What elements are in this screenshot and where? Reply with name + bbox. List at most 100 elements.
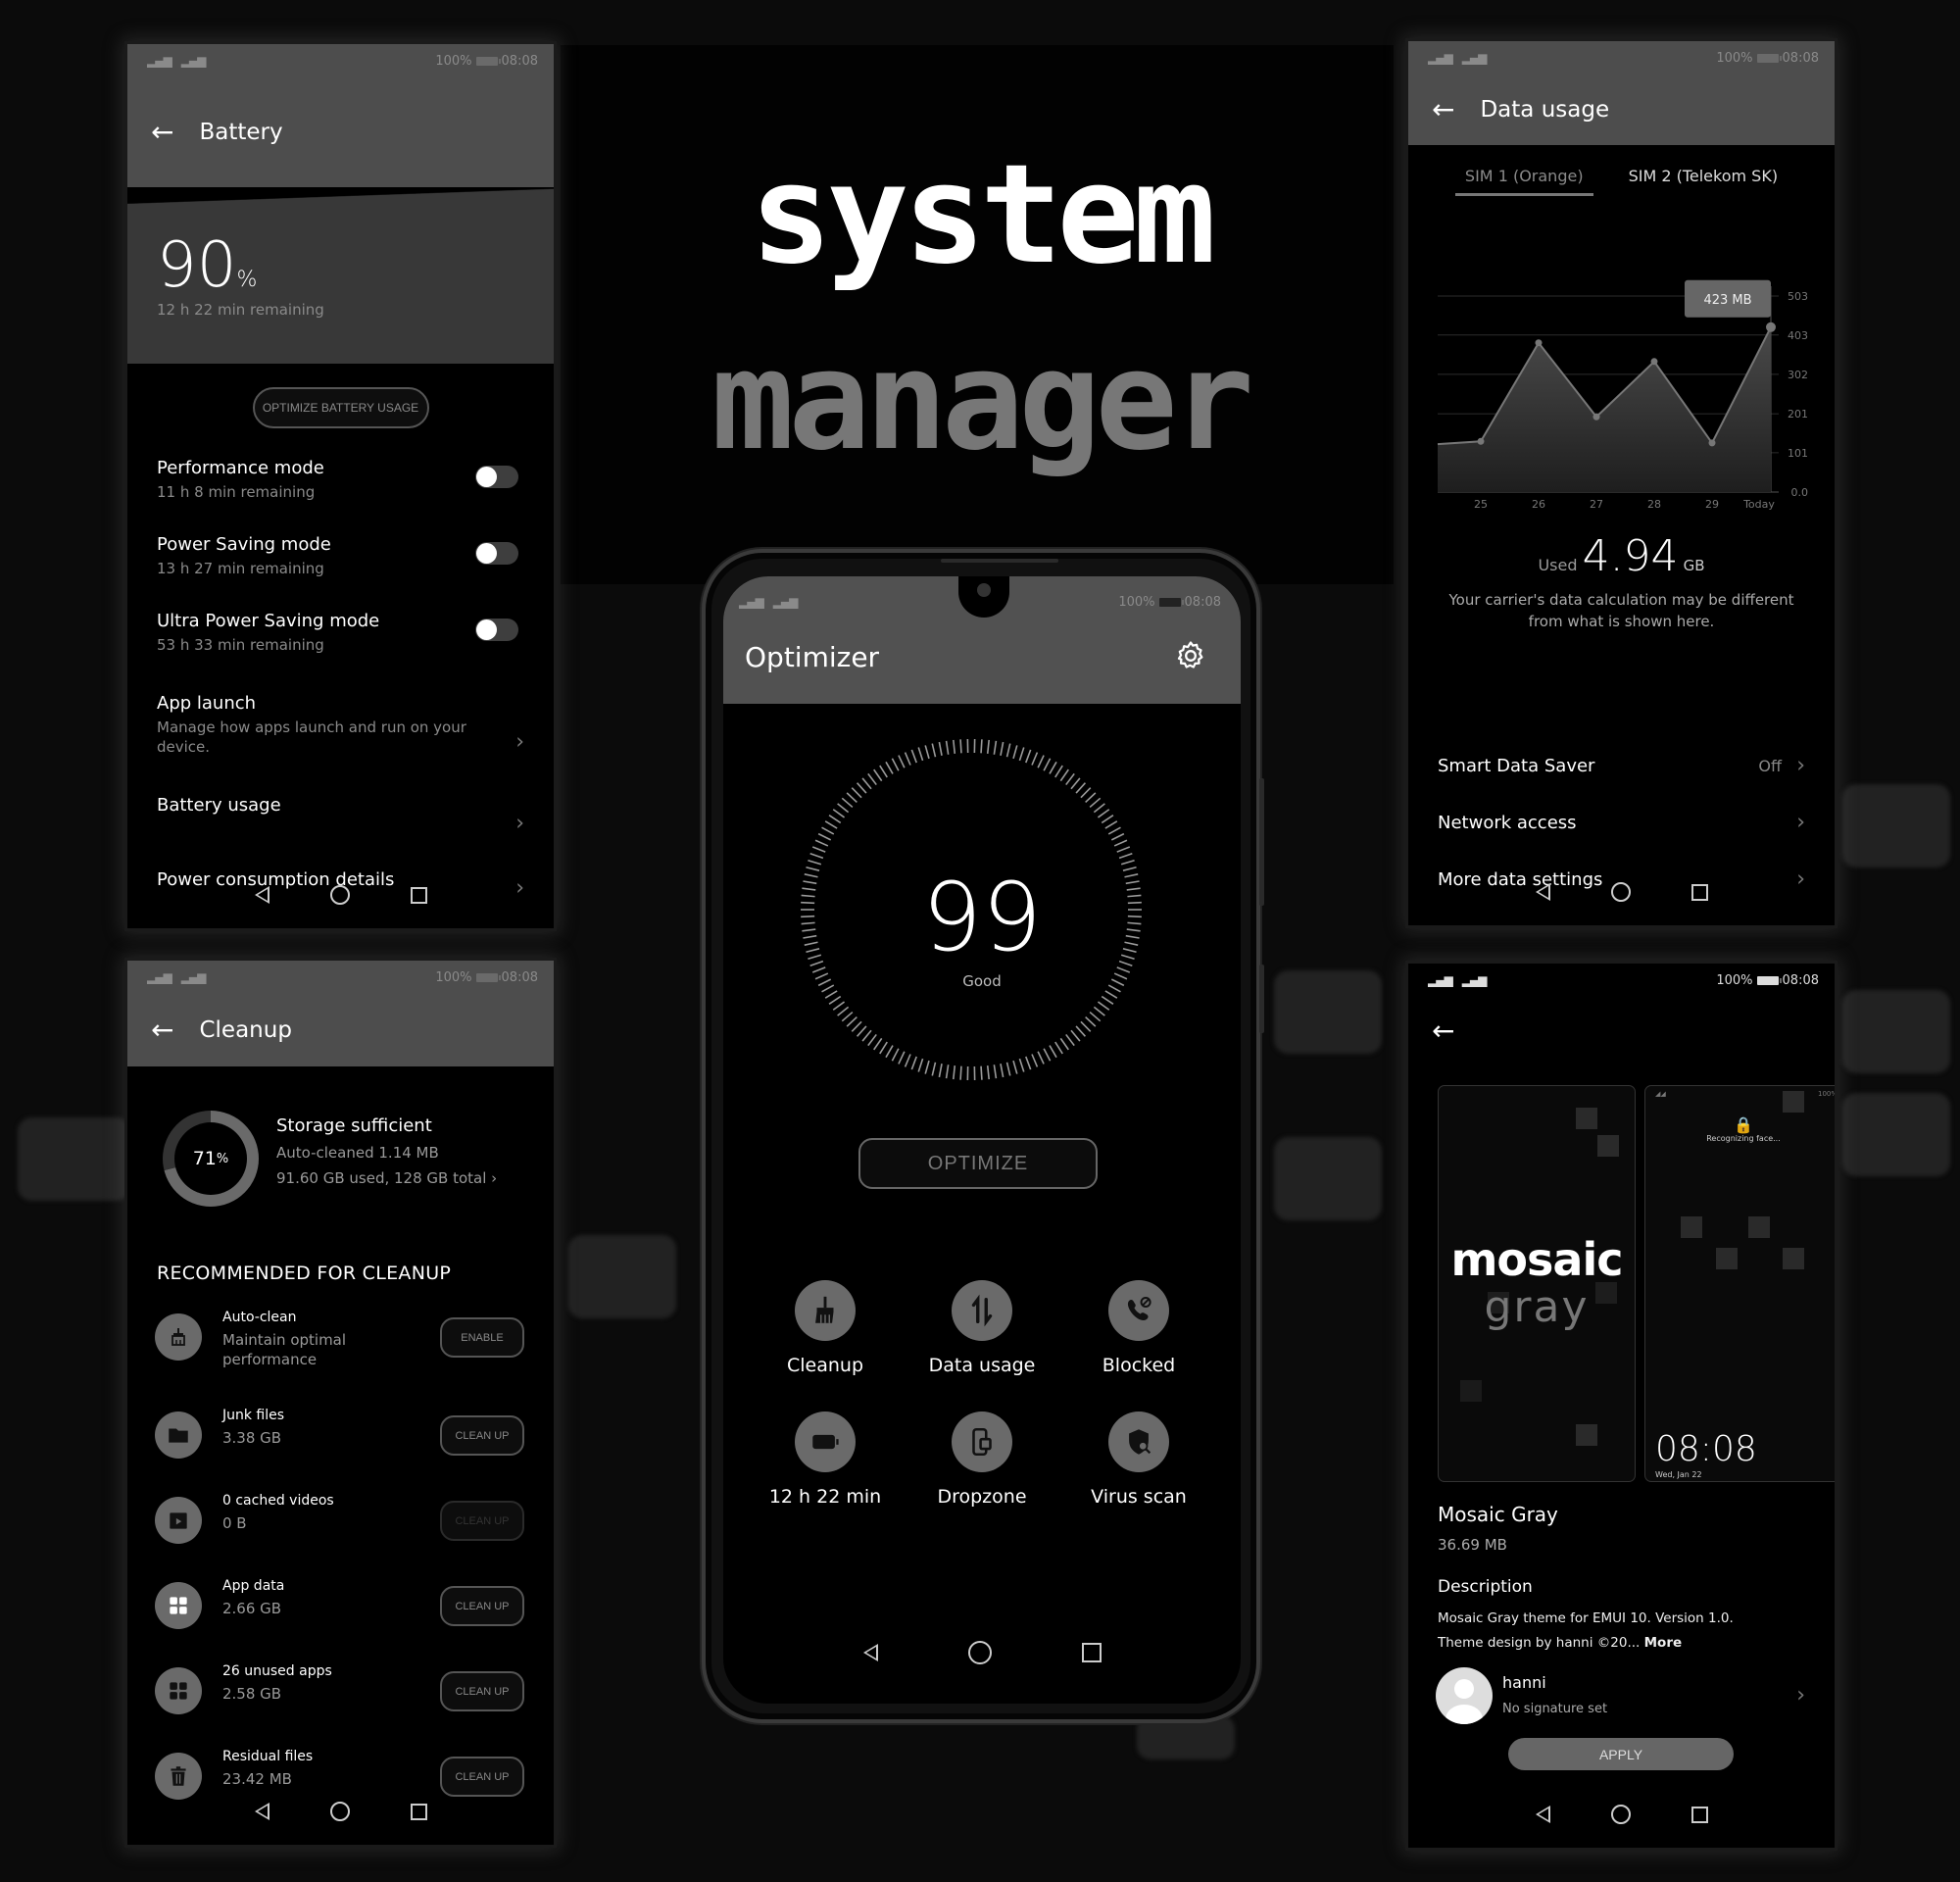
power-saving-mode-toggle[interactable] <box>475 542 518 565</box>
ultra-power-saving-mode-toggle[interactable] <box>475 619 518 641</box>
tool-dropzone[interactable]: Dropzone <box>904 1412 1060 1508</box>
setting-label: Network access <box>1438 812 1577 833</box>
gauge-tick <box>1018 747 1025 762</box>
back-arrow-icon[interactable]: ← <box>1408 997 1835 1081</box>
cleanup-item-button[interactable]: CLEAN UP <box>440 1671 524 1711</box>
tool-data-usage[interactable]: Data usage <box>904 1280 1060 1376</box>
tab-sim1[interactable]: SIM 1 (Orange) <box>1454 167 1593 196</box>
cleanup-item-button[interactable]: CLEAN UP <box>440 1757 524 1797</box>
cleanup-item-button[interactable]: ENABLE <box>440 1317 524 1358</box>
battery-status-icon <box>1756 53 1782 63</box>
x-tick-label: 28 <box>1647 498 1661 511</box>
page-title: Optimizer <box>745 641 880 673</box>
nav-recent-icon[interactable] <box>1690 883 1708 901</box>
nav-home-icon[interactable] <box>329 1802 350 1821</box>
gauge-tick <box>817 832 832 841</box>
gauge-tick <box>1018 1058 1025 1072</box>
page-title: Data usage <box>1480 97 1610 123</box>
cleanup-item-button[interactable]: CLEAN UP <box>440 1415 524 1456</box>
gauge-tick <box>953 739 956 754</box>
storage-percent-value: 71 <box>192 1148 217 1169</box>
setting-label: Smart Data Saver <box>1438 755 1595 776</box>
carrier-note: Your carrier's data calculation may be d… <box>1448 591 1794 630</box>
author-row[interactable]: hanni No signature set › <box>1436 1667 1805 1726</box>
optimize-battery-button[interactable]: OPTIMIZE BATTERY USAGE <box>252 387 429 428</box>
nav-back-icon[interactable] <box>862 1644 878 1661</box>
nav-back-icon[interactable] <box>254 886 270 904</box>
gauge-tick <box>1012 745 1018 760</box>
data-transfer-icon <box>952 1280 1012 1341</box>
nav-home-icon[interactable] <box>329 885 350 905</box>
nav-back-icon[interactable] <box>254 1803 270 1820</box>
gauge-tick <box>1031 1054 1039 1067</box>
gear-icon[interactable] <box>1174 639 1207 672</box>
x-tick-label: 27 <box>1590 498 1603 511</box>
gauge-tick <box>808 859 822 866</box>
nav-back-icon[interactable] <box>1535 883 1550 901</box>
status-bar: ▂▄▆ ▂▄▆ 100% 08:08 <box>127 961 554 994</box>
tool-battery[interactable]: 12 h 22 min <box>747 1412 904 1508</box>
cleanup-list: Auto-clean Maintain optimal performance EN… <box>127 1298 554 1822</box>
mode-label: Ultra Power Saving mode <box>157 611 380 631</box>
tool-blocked[interactable]: Blocked <box>1060 1280 1217 1376</box>
chevron-right-icon: › <box>491 1169 498 1187</box>
nav-recent-icon[interactable] <box>410 1803 427 1820</box>
gauge-tick <box>861 777 872 790</box>
data-point <box>1650 358 1658 366</box>
gauge-tick <box>1065 772 1075 786</box>
gauge-tick <box>856 782 867 794</box>
app-launch-row[interactable]: App launch Manage how apps launch and ru… <box>127 693 554 791</box>
signal-icon: ▂▄▆ <box>1428 973 1453 987</box>
gauge-tick <box>1118 853 1133 860</box>
tool-cleanup[interactable]: Cleanup <box>747 1280 904 1376</box>
cleanup-item-text: App data 2.66 GB <box>222 1578 284 1618</box>
nav-home-icon[interactable] <box>1610 1805 1631 1824</box>
theme-preview-home[interactable]: mosaic gray <box>1438 1085 1636 1482</box>
performance-mode-row[interactable]: Performance mode 11 h 8 min remaining <box>127 458 554 534</box>
performance-mode-toggle[interactable] <box>475 466 518 488</box>
mode-label: Power Saving mode <box>157 534 331 555</box>
nav-recent-icon[interactable] <box>410 886 427 904</box>
sim-tabs: SIM 1 (Orange) SIM 2 (Telekom SK) <box>1408 145 1835 196</box>
storage-summary[interactable]: 71% Storage sufficient Auto-cleaned 1.14… <box>127 1066 554 1253</box>
phone-frame: ▂▄▆ ▂▄▆ 100% 08:08 Optimizer 99 Good OPTIM… <box>702 549 1264 1723</box>
smart-data-saver-row[interactable]: Smart Data Saver Off › <box>1408 737 1835 794</box>
preview-logo-line2: gray <box>1484 1282 1590 1332</box>
cleanup-item: App data 2.66 GB CLEAN UP <box>127 1566 554 1652</box>
nav-home-icon[interactable] <box>967 1641 992 1664</box>
battery-status-icon <box>475 56 501 66</box>
nav-home-icon[interactable] <box>1610 882 1631 902</box>
more-link[interactable]: More <box>1644 1635 1683 1651</box>
cleanup-item-value: 23.42 MB <box>222 1770 292 1788</box>
gauge-tick <box>828 995 842 1005</box>
nav-back-icon[interactable] <box>1535 1806 1550 1823</box>
theme-preview-lockscreen[interactable]: ◢◢ 100% 🔒Recognizing face... 08:08 Wed, J… <box>1644 1085 1835 1482</box>
back-arrow-icon[interactable]: ← <box>151 119 173 146</box>
cleanup-item: Junk files 3.38 GB CLEAN UP <box>127 1396 554 1481</box>
tool-virus-scan[interactable]: Virus scan <box>1060 1412 1217 1508</box>
optimize-button[interactable]: OPTIMIZE <box>858 1138 1098 1189</box>
nav-recent-icon[interactable] <box>1081 1643 1102 1662</box>
cleanup-item-name: 26 unused apps <box>222 1663 332 1679</box>
ultra-power-saving-mode-row[interactable]: Ultra Power Saving mode 53 h 33 min rema… <box>127 611 554 693</box>
apply-button[interactable]: APPLY <box>1508 1738 1734 1770</box>
power-saving-mode-row[interactable]: Power Saving mode 13 h 27 min remaining <box>127 534 554 611</box>
gauge-tick <box>1080 787 1092 799</box>
nav-recent-icon[interactable] <box>1690 1806 1708 1823</box>
data-point <box>1535 339 1543 347</box>
signal-icons: ▂▄▆ ▂▄▆ <box>147 970 206 984</box>
cleanup-item-button[interactable]: CLEAN UP <box>440 1501 524 1541</box>
gauge-tick <box>1012 1060 1018 1074</box>
volume-button <box>1259 778 1264 906</box>
back-arrow-icon[interactable]: ← <box>1432 96 1454 124</box>
setting-value: Off <box>1758 756 1782 775</box>
data-usage-chart: 0.0 101 201 302 403 503 25 26 27 28 29 Today 423 MB <box>1437 279 1808 511</box>
tab-sim2[interactable]: SIM 2 (Telekom SK) <box>1619 167 1788 196</box>
cleanup-item-button[interactable]: CLEAN UP <box>440 1586 524 1626</box>
used-value: 4.94 <box>1582 531 1679 581</box>
back-arrow-icon[interactable]: ← <box>151 1016 173 1044</box>
gauge-tick <box>1085 1015 1097 1027</box>
storage-text: Storage sufficient Auto-cleaned 1.14 MB … <box>276 1115 497 1187</box>
battery-usage-row[interactable]: Battery usage › <box>127 791 554 856</box>
network-access-row[interactable]: Network access › <box>1408 794 1835 851</box>
